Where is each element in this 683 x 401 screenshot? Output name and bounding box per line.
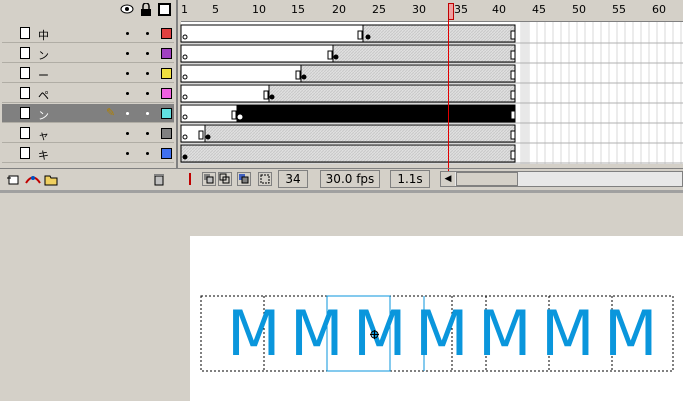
layer-page-icon	[20, 47, 30, 59]
layer-page-icon	[20, 67, 30, 79]
scroll-left-icon[interactable]: ◀	[441, 172, 455, 186]
stage-letter[interactable]: M	[227, 303, 281, 365]
layer-row[interactable]: 中	[2, 24, 174, 43]
stage-letter[interactable]: M	[604, 303, 658, 365]
layer-color-swatch[interactable]	[161, 68, 172, 79]
layer-page-icon	[20, 127, 30, 139]
layer-page-icon	[20, 27, 30, 39]
layer-name: キ	[38, 149, 49, 162]
outline-icon[interactable]	[158, 3, 171, 16]
layer-page-icon	[20, 147, 30, 159]
layer-name: ャ	[38, 129, 49, 142]
lock-dot[interactable]	[146, 112, 149, 115]
stage-letter[interactable]: M	[290, 303, 344, 365]
layer-name: 中	[38, 29, 49, 42]
visible-dot[interactable]	[126, 72, 129, 75]
layer-name: ー	[38, 69, 49, 82]
stage-letter[interactable]: M	[478, 303, 532, 365]
layer-page-icon	[20, 107, 30, 119]
lock-dot[interactable]	[146, 32, 149, 35]
visible-dot[interactable]	[126, 112, 129, 115]
lock-dot[interactable]	[146, 52, 149, 55]
layer-color-swatch[interactable]	[161, 48, 172, 59]
playhead-line	[448, 20, 449, 185]
modify-onion-markers-icon[interactable]	[258, 172, 272, 186]
registration-point-icon	[370, 329, 379, 339]
frame-area: 1 5 10 15 20 25 30 35 40 45 50 55 60	[177, 0, 683, 190]
pencil-icon: ✎	[106, 106, 116, 119]
visible-dot[interactable]	[126, 32, 129, 35]
lock-dot[interactable]	[146, 152, 149, 155]
layer-color-swatch[interactable]	[161, 108, 172, 119]
layer-name: ペ	[38, 89, 49, 102]
timeline-panel: 中 ン ー ペ ン ✎ ャ キ 1 5 10 15 20 25 30 35 40…	[0, 0, 683, 190]
layer-row[interactable]: ャ	[2, 124, 174, 143]
current-frame-readout: 34	[278, 170, 308, 188]
layer-color-swatch[interactable]	[161, 128, 172, 139]
stage-letter[interactable]: M	[541, 303, 595, 365]
lock-icon[interactable]	[140, 2, 153, 16]
layer-color-swatch[interactable]	[161, 148, 172, 159]
layer-row-selected[interactable]: ン ✎	[2, 104, 174, 123]
layer-color-swatch[interactable]	[161, 88, 172, 99]
visible-dot[interactable]	[126, 92, 129, 95]
layer-panel: 中 ン ー ペ ン ✎ ャ キ	[0, 0, 176, 190]
ruler-ticks[interactable]	[181, 15, 683, 22]
insert-folder-icon[interactable]	[44, 172, 58, 186]
onion-skin-outlines-icon[interactable]	[218, 172, 232, 186]
visible-dot[interactable]	[126, 132, 129, 135]
lock-dot[interactable]	[146, 72, 149, 75]
layer-row[interactable]: ン	[2, 44, 174, 63]
panel-splitter[interactable]	[0, 190, 683, 193]
edit-multiple-frames-icon[interactable]	[237, 172, 251, 186]
layer-color-swatch[interactable]	[161, 28, 172, 39]
insert-layer-icon[interactable]	[6, 172, 20, 186]
lock-dot[interactable]	[146, 132, 149, 135]
onion-skin-icon[interactable]	[202, 172, 216, 186]
stage-letter[interactable]: M	[415, 303, 469, 365]
layer-row[interactable]: キ	[2, 144, 174, 163]
stage-letter[interactable]: M	[353, 303, 407, 365]
visible-dot[interactable]	[126, 52, 129, 55]
frame-rate-readout[interactable]: 30.0 fps	[320, 170, 380, 188]
layer-name: ン	[38, 49, 49, 62]
scrollbar-thumb[interactable]	[456, 172, 518, 186]
visible-dot[interactable]	[126, 152, 129, 155]
lock-dot[interactable]	[146, 92, 149, 95]
elapsed-time-readout: 1.1s	[390, 170, 430, 188]
layer-row[interactable]: ー	[2, 64, 174, 83]
add-motion-guide-icon[interactable]	[24, 172, 41, 186]
center-frame-icon[interactable]	[183, 172, 197, 186]
eye-icon[interactable]	[120, 3, 134, 16]
layer-name: ン	[38, 109, 49, 122]
frame-grid[interactable]	[177, 0, 683, 168]
layer-row[interactable]: ペ	[2, 84, 174, 103]
layer-page-icon	[20, 87, 30, 99]
trash-icon[interactable]	[152, 172, 166, 186]
playhead[interactable]	[448, 3, 454, 20]
